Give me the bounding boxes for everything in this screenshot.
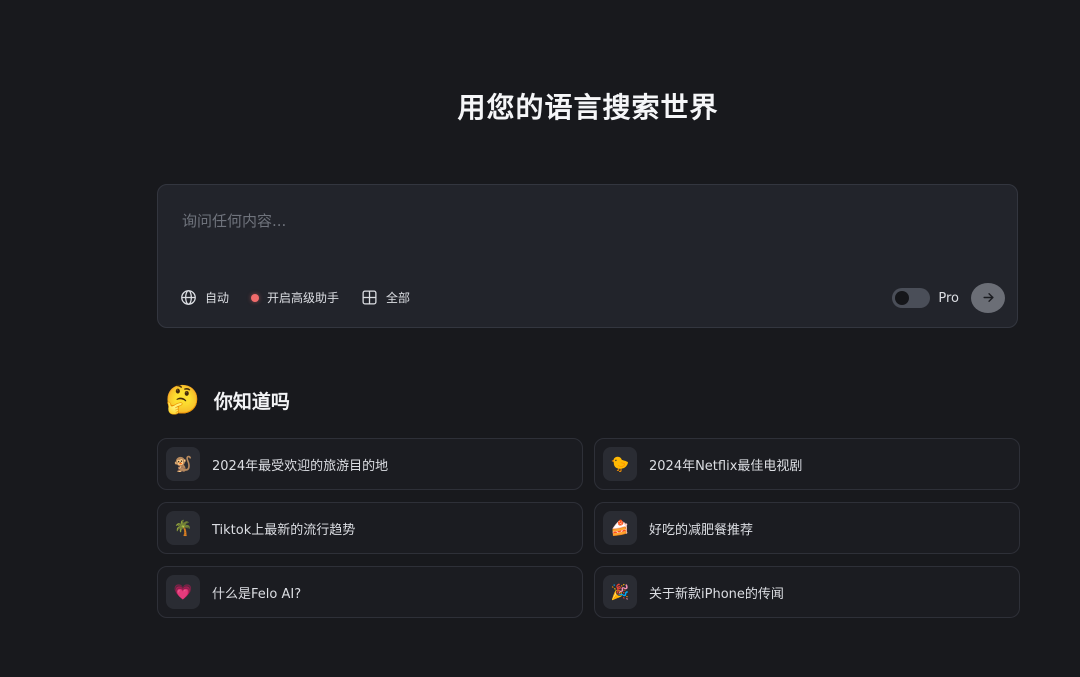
suggestion-label: 关于新款iPhone的传闻	[649, 586, 784, 602]
thinking-face-icon: 🤔	[165, 383, 200, 416]
heart-icon: 💗	[166, 575, 200, 609]
suggestion-card[interactable]: 🐒 2024年最受欢迎的旅游目的地	[157, 438, 583, 490]
suggestion-card[interactable]: 🌴 Tiktok上最新的流行趋势	[157, 502, 583, 554]
cake-icon: 🍰	[603, 511, 637, 545]
suggestion-label: 好吃的减肥餐推荐	[649, 522, 754, 538]
suggestion-card[interactable]: 💗 什么是Felo AI?	[157, 566, 583, 618]
search-box: 自动 开启高级助手 全部 Pro	[157, 184, 1018, 328]
source-all-label: 全部	[386, 291, 411, 305]
globe-icon	[180, 289, 197, 306]
language-auto-label: 自动	[205, 291, 230, 305]
grid-icon	[361, 289, 378, 306]
monkey-icon: 🐒	[166, 447, 200, 481]
party-popper-icon: 🎉	[603, 575, 637, 609]
page-title: 用您的语言搜索世界	[457, 91, 719, 124]
suggestion-label: 2024年最受欢迎的旅游目的地	[212, 458, 389, 474]
arrow-right-icon	[982, 289, 995, 308]
search-toolbar: 自动 开启高级助手 全部	[180, 289, 410, 306]
red-dot-icon	[251, 293, 260, 302]
submit-button[interactable]	[971, 283, 1005, 313]
page: 用您的语言搜索世界 自动 开启高级助手	[0, 0, 1080, 677]
did-you-know-title: 你知道吗	[213, 390, 290, 413]
advanced-assistant-button[interactable]: 开启高级助手	[251, 289, 339, 306]
right-controls: Pro	[892, 283, 1005, 313]
did-you-know-heading: 🤔 你知道吗	[165, 384, 290, 416]
source-all-button[interactable]: 全部	[361, 289, 410, 306]
language-auto-button[interactable]: 自动	[180, 289, 229, 306]
pro-label: Pro	[938, 290, 959, 306]
chick-icon: 🐤	[603, 447, 637, 481]
pro-toggle[interactable]	[892, 288, 931, 308]
advanced-assistant-label: 开启高级助手	[267, 291, 340, 305]
suggestion-label: 2024年Netflix最佳电视剧	[649, 458, 803, 474]
suggestion-card[interactable]: 🍰 好吃的减肥餐推荐	[594, 502, 1020, 554]
suggestion-card[interactable]: 🐤 2024年Netflix最佳电视剧	[594, 438, 1020, 490]
suggestion-cards: 🐒 2024年最受欢迎的旅游目的地 🐤 2024年Netflix最佳电视剧 🌴 …	[157, 438, 1020, 618]
palm-tree-icon: 🌴	[166, 511, 200, 545]
suggestion-card[interactable]: 🎉 关于新款iPhone的传闻	[594, 566, 1020, 618]
suggestion-label: Tiktok上最新的流行趋势	[212, 522, 356, 538]
toggle-knob	[895, 291, 910, 305]
search-input[interactable]	[180, 207, 964, 235]
suggestion-label: 什么是Felo AI?	[212, 586, 302, 602]
